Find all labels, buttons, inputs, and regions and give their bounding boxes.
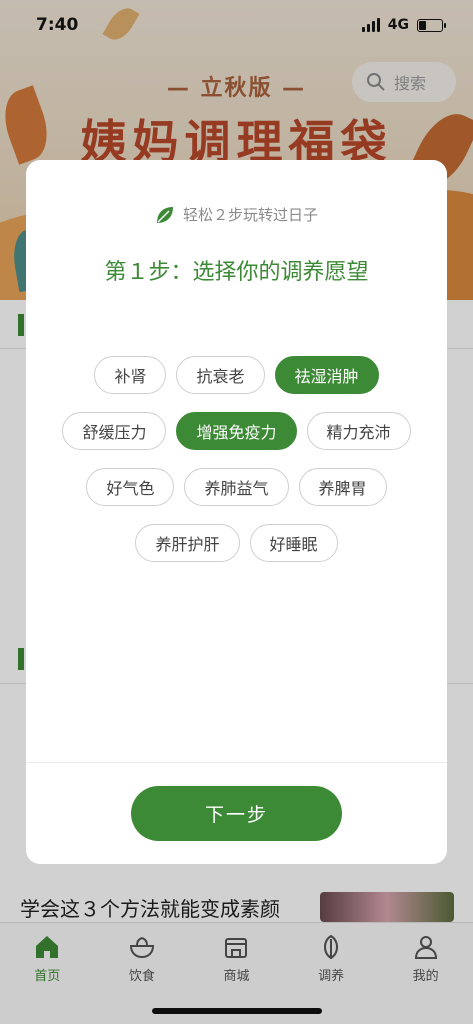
step-title: 第１步：选择你的调养愿望 bbox=[104, 260, 369, 285]
tag-option[interactable]: 精力充沛 bbox=[306, 412, 411, 450]
dialog-divider bbox=[26, 762, 447, 763]
tag-option[interactable]: 好气色 bbox=[86, 468, 175, 506]
tag-option[interactable]: 好睡眠 bbox=[249, 524, 338, 562]
status-bar: 7:40 4G bbox=[0, 0, 473, 50]
dialog-hint: 轻松２步玩转过日子 bbox=[26, 204, 447, 225]
next-step-button[interactable]: 下一步 bbox=[131, 786, 342, 841]
battery-icon bbox=[417, 18, 446, 32]
tag-option[interactable]: 养脾胃 bbox=[298, 468, 387, 506]
tag-option[interactable]: 养肝护肝 bbox=[135, 524, 240, 562]
signal-icon bbox=[361, 18, 380, 32]
tag-option[interactable]: 补肾 bbox=[94, 356, 167, 394]
tag-option-selected[interactable]: 祛湿消肿 bbox=[274, 356, 379, 394]
wish-tag-list: 补肾 抗衰老 祛湿消肿 舒缓压力 增强免疫力 精力充沛 好气色 养肺益气 养脾胃… bbox=[46, 356, 427, 562]
status-time: 7:40 bbox=[36, 15, 79, 35]
wish-selection-dialog: 轻松２步玩转过日子 第１步：选择你的调养愿望 补肾 抗衰老 祛湿消肿 舒缓压力 … bbox=[26, 160, 447, 864]
network-label: 4G bbox=[387, 17, 409, 33]
leaf-icon bbox=[156, 206, 173, 223]
tag-option-selected[interactable]: 增强免疫力 bbox=[176, 412, 297, 450]
hint-text: 轻松２步玩转过日子 bbox=[182, 206, 318, 224]
tag-option[interactable]: 养肺益气 bbox=[184, 468, 289, 506]
tag-option[interactable]: 抗衰老 bbox=[176, 356, 265, 394]
tag-option[interactable]: 舒缓压力 bbox=[62, 412, 167, 450]
